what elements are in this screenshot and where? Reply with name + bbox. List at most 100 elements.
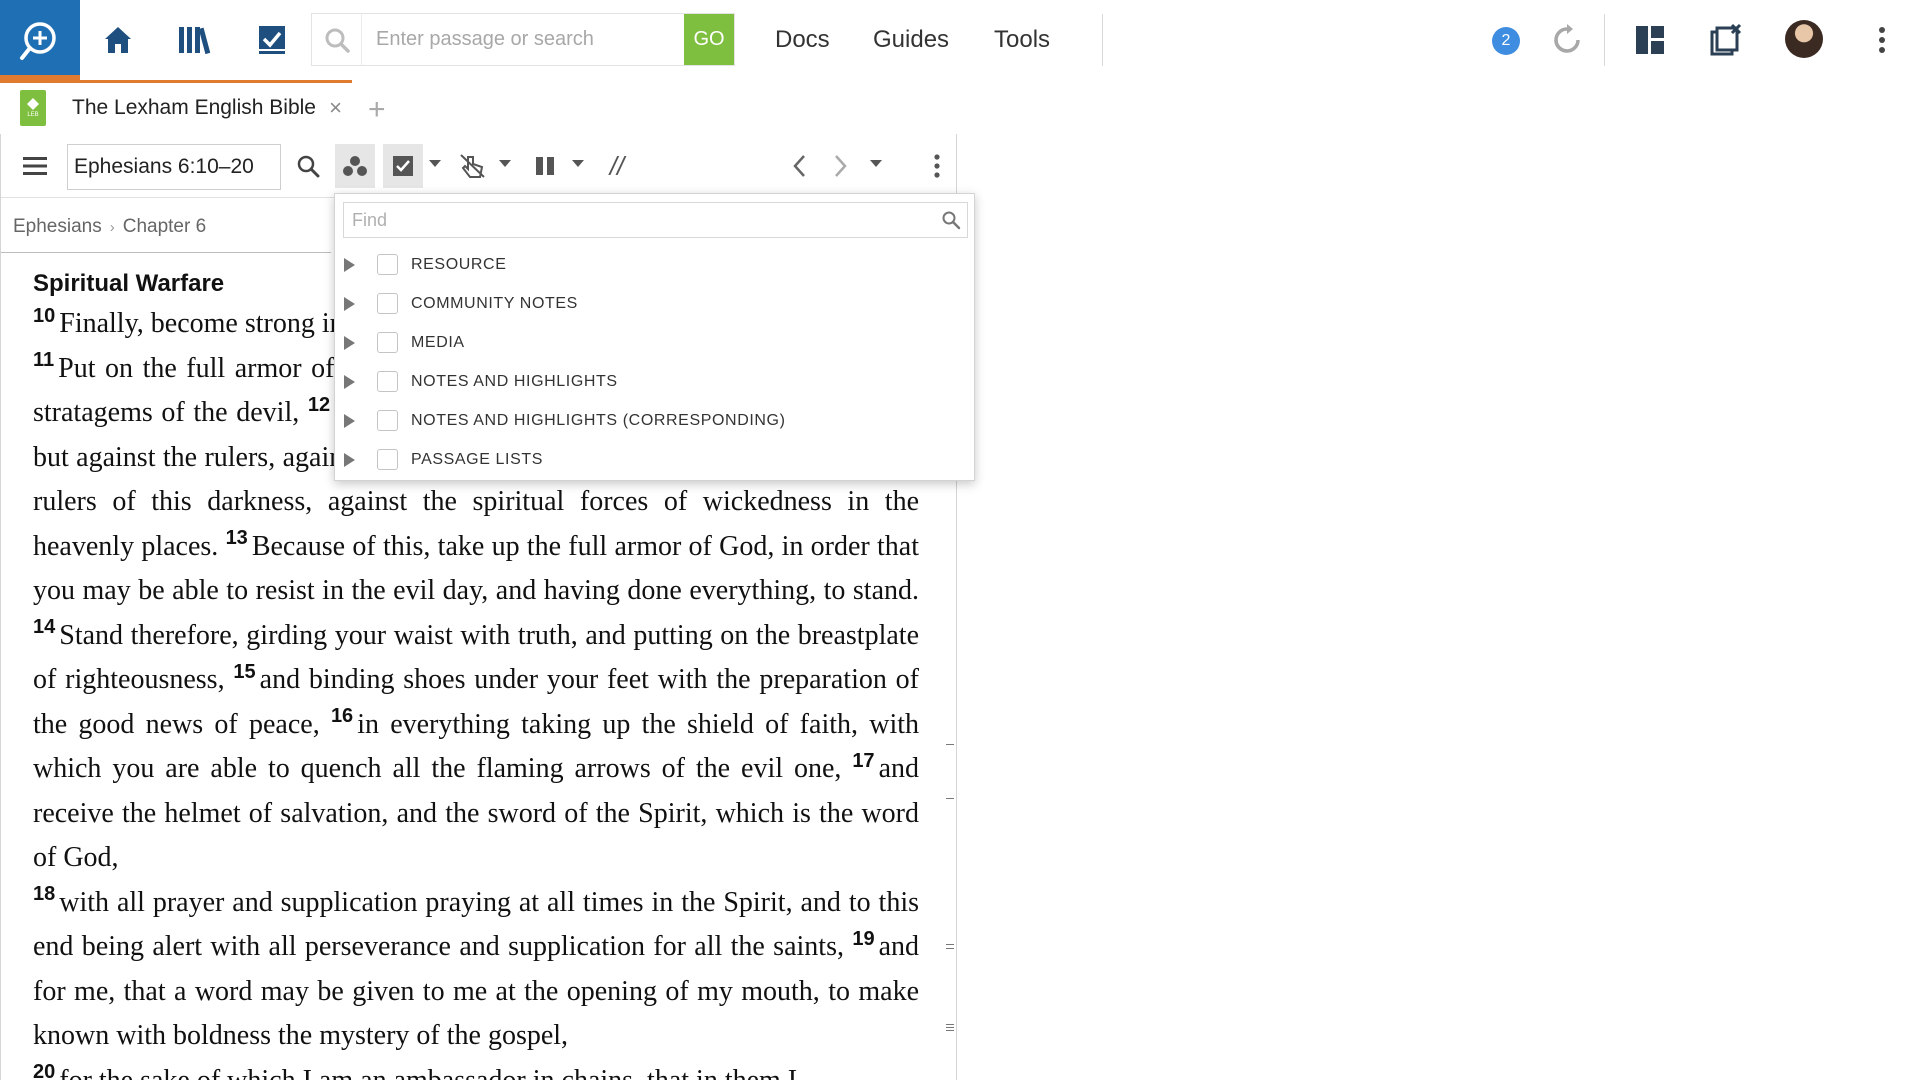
verse-number[interactable]: 18 bbox=[33, 883, 55, 905]
parallel-resources-button[interactable]: // bbox=[599, 148, 635, 184]
layout-button[interactable] bbox=[1628, 18, 1672, 62]
visual-filters-button[interactable] bbox=[335, 144, 375, 188]
expand-arrow-icon[interactable] bbox=[344, 374, 355, 389]
verse-number[interactable]: 17 bbox=[852, 750, 874, 772]
home-button[interactable] bbox=[96, 18, 140, 62]
visual-filters-icon bbox=[343, 156, 367, 176]
back-button[interactable] bbox=[781, 148, 817, 184]
passage-search-input[interactable] bbox=[362, 14, 684, 65]
verse-number[interactable]: 14 bbox=[33, 616, 55, 638]
verse-text[interactable]: with all prayer and supplication praying… bbox=[33, 887, 919, 963]
verse[interactable]: 20 for the sake of which I am an ambassad… bbox=[33, 1062, 797, 1080]
breadcrumb-divider bbox=[1, 252, 331, 253]
filter-row-media[interactable]: MEDIA bbox=[335, 323, 974, 362]
breadcrumb-separator: › bbox=[109, 219, 115, 236]
history-chevron-down-icon[interactable] bbox=[870, 160, 882, 167]
verse-number[interactable]: 12 bbox=[308, 394, 330, 416]
verse-number[interactable]: 10 bbox=[33, 305, 55, 327]
notification-badge[interactable]: 2 bbox=[1492, 27, 1520, 55]
hand-pointer-off-icon bbox=[460, 154, 485, 178]
chevron-right-icon bbox=[835, 155, 847, 177]
library-icon bbox=[179, 27, 211, 55]
verse[interactable]: 18 with all prayer and supplication prayi… bbox=[33, 884, 919, 963]
filter-checkbox[interactable] bbox=[377, 332, 398, 353]
bible-book-icon: LEB bbox=[20, 89, 46, 126]
columns-button[interactable] bbox=[527, 148, 563, 184]
filter-checkbox[interactable] bbox=[377, 449, 398, 470]
expand-arrow-icon[interactable] bbox=[344, 413, 355, 428]
tab-title: The Lexham English Bible bbox=[72, 95, 316, 119]
filter-row-notes-highlights[interactable]: NOTES AND HIGHLIGHTS bbox=[335, 362, 974, 401]
sync-button[interactable] bbox=[1545, 18, 1589, 62]
interlinear-button[interactable] bbox=[455, 148, 491, 184]
expand-arrow-icon[interactable] bbox=[344, 452, 355, 467]
tab-close-icon[interactable]: × bbox=[329, 95, 342, 121]
book-icon-label: LEB bbox=[27, 111, 39, 118]
add-tab-icon[interactable]: + bbox=[368, 93, 386, 127]
sync-icon bbox=[1554, 24, 1580, 53]
checklist-button[interactable] bbox=[250, 18, 294, 62]
checklist-icon bbox=[393, 156, 413, 176]
chevron-left-icon bbox=[793, 155, 805, 177]
resource-tab[interactable]: LEB The Lexham English Bible × bbox=[0, 80, 352, 132]
find-input[interactable] bbox=[344, 209, 941, 231]
layout-icon bbox=[1636, 26, 1664, 54]
visual-filters-dropdown: RESOURCE COMMUNITY NOTES MEDIA NOTES AND… bbox=[334, 193, 975, 481]
filter-checkbox[interactable] bbox=[377, 410, 398, 431]
notes-filter-button[interactable] bbox=[383, 144, 423, 188]
logos-search-button[interactable] bbox=[0, 0, 80, 80]
verse-number[interactable]: 11 bbox=[33, 349, 54, 371]
verse-number[interactable]: 13 bbox=[226, 527, 248, 549]
passage-search-box: GO bbox=[311, 13, 735, 66]
library-button[interactable] bbox=[173, 18, 217, 62]
hamburger-icon bbox=[23, 157, 47, 175]
verse-text[interactable]: for the sake of which I am an ambassador… bbox=[59, 1065, 797, 1080]
reference-input[interactable] bbox=[67, 144, 281, 190]
toolbar-divider bbox=[1102, 14, 1103, 66]
panel-toolbar: // bbox=[1, 134, 956, 198]
filter-label: NOTES AND HIGHLIGHTS bbox=[411, 372, 618, 390]
guides-link[interactable]: Guides bbox=[873, 26, 949, 54]
avatar[interactable] bbox=[1785, 20, 1823, 58]
filter-row-community-notes[interactable]: COMMUNITY NOTES bbox=[335, 284, 974, 323]
more-vertical-icon bbox=[934, 154, 940, 178]
filter-category-list: RESOURCE COMMUNITY NOTES MEDIA NOTES AND… bbox=[335, 245, 974, 479]
expand-arrow-icon[interactable] bbox=[344, 257, 355, 272]
expand-arrow-icon[interactable] bbox=[344, 296, 355, 311]
find-box bbox=[343, 202, 968, 238]
filter-label: RESOURCE bbox=[411, 255, 507, 273]
go-button[interactable]: GO bbox=[684, 14, 734, 65]
close-panels-button[interactable] bbox=[1704, 18, 1748, 62]
filter-row-notes-highlights-corresponding[interactable]: NOTES AND HIGHLIGHTS (CORRESPONDING) bbox=[335, 401, 974, 440]
panel-menu-button[interactable] bbox=[17, 148, 53, 184]
verse-number[interactable]: 15 bbox=[233, 661, 255, 683]
logos-search-icon bbox=[20, 22, 56, 60]
chevron-down-icon[interactable] bbox=[429, 160, 441, 167]
verse-number[interactable]: 16 bbox=[331, 705, 353, 727]
home-icon bbox=[105, 27, 131, 53]
expand-arrow-icon[interactable] bbox=[344, 335, 355, 350]
filter-label: PASSAGE LISTS bbox=[411, 450, 543, 468]
more-vertical-icon bbox=[1879, 27, 1885, 53]
top-app-bar: GO Docs Guides Tools 2 bbox=[0, 0, 1920, 80]
filter-checkbox[interactable] bbox=[377, 254, 398, 275]
filter-checkbox[interactable] bbox=[377, 293, 398, 314]
breadcrumb-book[interactable]: Ephesians bbox=[13, 216, 102, 237]
verse-number[interactable]: 19 bbox=[852, 928, 874, 950]
checklist-icon bbox=[259, 26, 285, 54]
breadcrumb: Ephesians › Chapter 6 bbox=[13, 216, 206, 238]
breadcrumb-chapter[interactable]: Chapter 6 bbox=[123, 216, 206, 237]
chevron-down-icon[interactable] bbox=[499, 160, 511, 167]
verse-number[interactable]: 20 bbox=[33, 1061, 55, 1080]
forward-button[interactable] bbox=[823, 148, 859, 184]
chevron-down-icon[interactable] bbox=[572, 160, 584, 167]
filter-row-passage-lists[interactable]: PASSAGE LISTS bbox=[335, 440, 974, 479]
tools-link[interactable]: Tools bbox=[994, 26, 1050, 54]
more-menu-button[interactable] bbox=[1860, 18, 1904, 62]
docs-link[interactable]: Docs bbox=[775, 26, 830, 54]
filter-checkbox[interactable] bbox=[377, 371, 398, 392]
columns-icon bbox=[536, 157, 554, 175]
panel-search-button[interactable] bbox=[290, 148, 326, 184]
filter-row-resource[interactable]: RESOURCE bbox=[335, 245, 974, 284]
search-icon bbox=[297, 155, 320, 178]
